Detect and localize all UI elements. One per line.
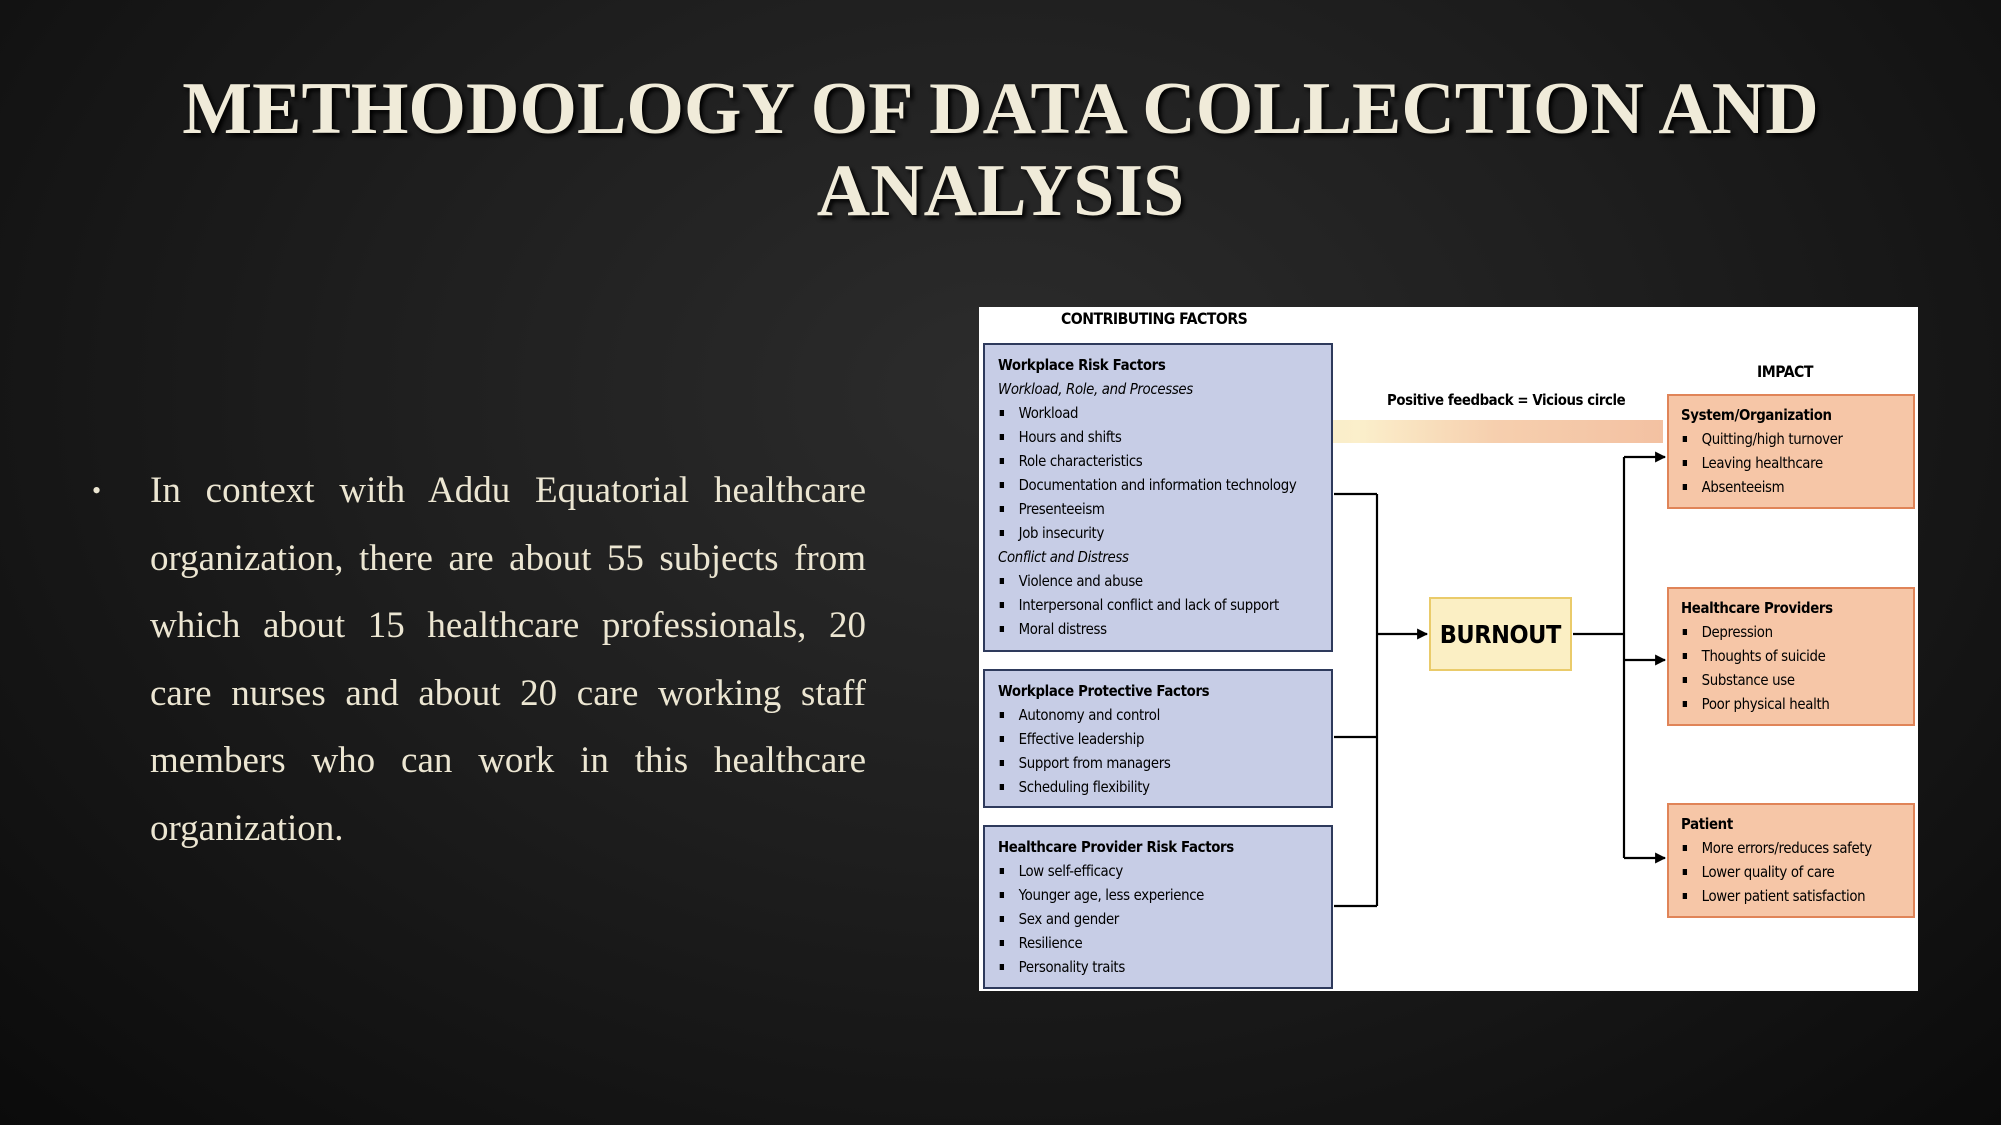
list-item: Absenteeism (1681, 475, 1881, 499)
list-item: Interpersonal conflict and lack of suppo… (998, 593, 1284, 617)
box-title: Healthcare Providers (1681, 599, 1833, 617)
box-title: Patient (1681, 815, 1733, 833)
burnout-diagram: CONTRIBUTING FACTORS IMPACT Positive fee… (979, 307, 1918, 991)
impact-box-system-organization: System/Organization Quitting/high turnov… (1667, 394, 1915, 509)
slide-title-line-1: METHODOLOGY OF DATA COLLECTION AND (182, 68, 1819, 150)
list-item: Effective leadership (998, 727, 1284, 751)
list-item: Presenteeism (998, 497, 1284, 521)
list-item: Poor physical health (1681, 692, 1881, 716)
bullet-text: In context with Addu Equatorial healthca… (150, 470, 866, 849)
list-item: More errors/reduces safety (1681, 836, 1881, 860)
list-item: Quitting/high turnover (1681, 427, 1881, 451)
list-item: Violence and abuse (998, 569, 1284, 593)
box-title: Workplace Risk Factors (998, 356, 1166, 374)
slide-title-line-2: ANALYSIS (816, 150, 1185, 232)
box-title: Healthcare Provider Risk Factors (998, 838, 1234, 856)
feedback-label: Positive feedback = Vicious circle (1387, 391, 1626, 409)
slide-title: METHODOLOGY OF DATA COLLECTION AND ANALY… (0, 68, 2001, 232)
list-item: Job insecurity (998, 521, 1284, 545)
burnout-node: BURNOUT (1429, 597, 1572, 671)
box-title: Workplace Protective Factors (998, 682, 1210, 700)
list-item: Leaving healthcare (1681, 451, 1881, 475)
box-subtitle: Conflict and Distress (998, 548, 1129, 566)
list-item: Moral distress (998, 617, 1284, 641)
bullet-marker: • (92, 476, 102, 505)
list-item: Thoughts of suicide (1681, 644, 1881, 668)
bullet-item: • In context with Addu Equatorial health… (88, 457, 866, 862)
list-item: Lower quality of care (1681, 860, 1881, 884)
list-item: Low self-efficacy (998, 859, 1284, 883)
burnout-label: BURNOUT (1439, 619, 1562, 649)
list-item: Sex and gender (998, 907, 1284, 931)
list-item: Scheduling flexibility (998, 775, 1284, 799)
box-subtitle: Workload, Role, and Processes (998, 380, 1193, 398)
box-title: System/Organization (1681, 406, 1832, 424)
list-item: Role characteristics (998, 449, 1284, 473)
impact-heading: IMPACT (1757, 362, 1813, 381)
list-item: Workload (998, 401, 1284, 425)
factor-box-provider-risk: Healthcare Provider Risk Factors Low sel… (983, 825, 1333, 989)
slide-body: • In context with Addu Equatorial health… (88, 457, 866, 862)
impact-box-healthcare-providers: Healthcare Providers Depression Thoughts… (1667, 587, 1915, 726)
list-item: Hours and shifts (998, 425, 1284, 449)
list-item: Depression (1681, 620, 1881, 644)
list-item: Substance use (1681, 668, 1881, 692)
list-item: Autonomy and control (998, 703, 1284, 727)
list-item: Support from managers (998, 751, 1284, 775)
list-item: Younger age, less experience (998, 883, 1284, 907)
contributing-factors-heading: CONTRIBUTING FACTORS (1061, 309, 1248, 328)
list-item: Personality traits (998, 955, 1284, 979)
impact-box-patient: Patient More errors/reduces safety Lower… (1667, 803, 1915, 918)
list-item: Lower patient satisfaction (1681, 884, 1881, 908)
list-item: Documentation and information technology (998, 473, 1297, 497)
factor-box-workplace-risk: Workplace Risk Factors Workload, Role, a… (983, 343, 1333, 652)
factor-box-workplace-protective: Workplace Protective Factors Autonomy an… (983, 669, 1333, 808)
list-item: Resilience (998, 931, 1284, 955)
